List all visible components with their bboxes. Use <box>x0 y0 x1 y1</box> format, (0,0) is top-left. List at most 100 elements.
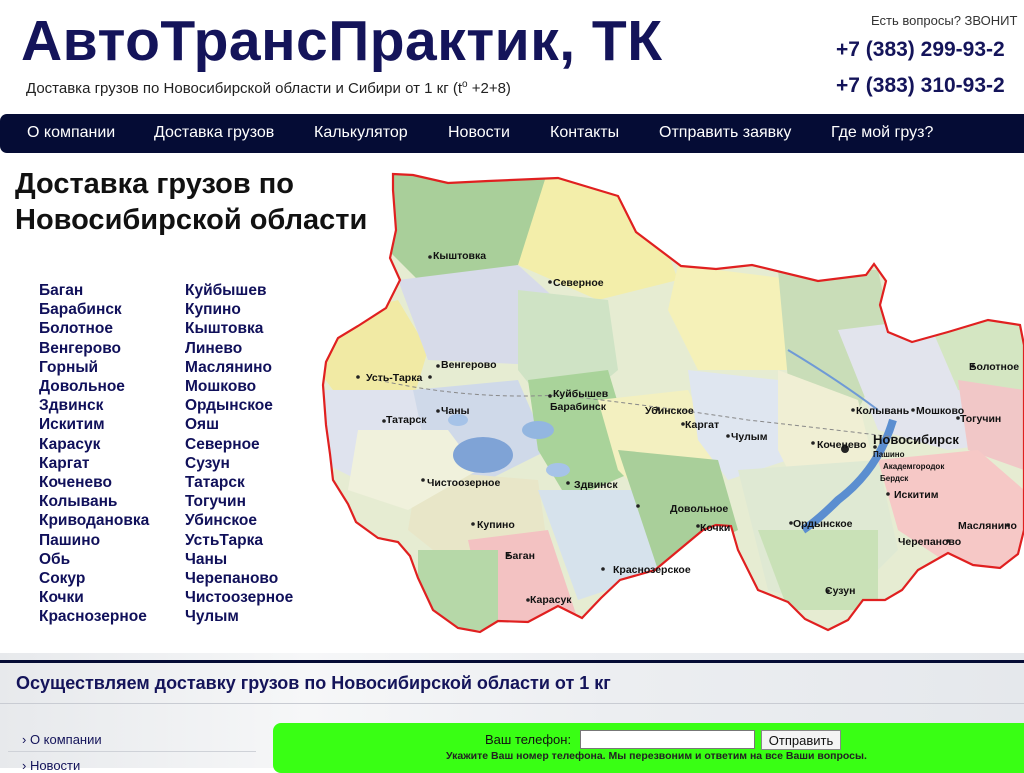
site-subtitle: Доставка грузов по Новосибирской области… <box>26 79 511 97</box>
phone-field-label: Ваш телефон: <box>485 732 572 747</box>
map-label-chulym: Чулым <box>731 431 768 443</box>
city-link[interactable]: Криводановка <box>39 511 149 530</box>
banner-divider <box>0 703 1024 704</box>
city-link[interactable]: Северное <box>185 435 293 454</box>
map-label-suzun: Сузун <box>825 585 855 597</box>
city-link[interactable]: Колывань <box>39 492 149 511</box>
city-link[interactable]: Баган <box>39 281 149 300</box>
map-label-pashino: Пашино <box>873 450 905 459</box>
map-label-moshkovo: Мошково <box>916 405 964 417</box>
map-label-berdsk: Бердск <box>880 474 909 483</box>
city-link[interactable]: Краснозерное <box>39 607 149 626</box>
city-link[interactable]: Чулым <box>185 607 293 626</box>
map-label-maslyanino: Маслянино <box>958 520 1017 532</box>
city-link[interactable]: Ордынское <box>185 396 293 415</box>
map-label-barabinsk: Барабинск <box>550 401 607 413</box>
map-label-cherepanovo: Черепаново <box>898 536 961 548</box>
map-label-iskitim: Искитим <box>894 489 939 501</box>
send-button[interactable]: Отправить <box>761 730 841 750</box>
map-label-dovolnoe: Довольное <box>670 503 728 515</box>
sidebar-divider <box>8 751 256 752</box>
city-link[interactable]: Кыштовка <box>185 319 293 338</box>
phone-number-1[interactable]: +7 (383) 299-93-2 <box>836 38 1005 62</box>
phone-number-2[interactable]: +7 (383) 310-93-2 <box>836 74 1005 98</box>
city-link[interactable]: Сокур <box>39 569 149 588</box>
page-heading-line1: Доставка грузов по <box>15 168 295 200</box>
main-nav: О компании Доставка грузов Калькулятор Н… <box>0 114 1024 153</box>
city-link[interactable]: Линево <box>185 339 293 358</box>
city-link[interactable]: Венгерово <box>39 339 149 358</box>
nav-news[interactable]: Новости <box>448 124 510 142</box>
city-link[interactable]: Куйбышев <box>185 281 293 300</box>
city-link[interactable]: Каргат <box>39 454 149 473</box>
region-map: Кыштовка Северное Усть-Тарка Венгерово К… <box>321 172 1024 634</box>
contact-prompt: Есть вопросы? ЗВОНИТ <box>871 13 1018 28</box>
city-link[interactable]: Барабинск <box>39 300 149 319</box>
map-label-severnoe: Северное <box>553 277 604 289</box>
city-link[interactable]: Маслянино <box>185 358 293 377</box>
city-link[interactable]: Черепаново <box>185 569 293 588</box>
page-heading-line2: Новосибирской области <box>15 204 368 236</box>
city-link[interactable]: Здвинск <box>39 396 149 415</box>
city-link[interactable]: Пашино <box>39 531 149 550</box>
city-list-column-2: Куйбышев Купино Кыштовка Линево Маслянино Мош… <box>185 281 293 627</box>
map-label-kupino: Купино <box>477 519 515 531</box>
map-label-novosibirsk: Новосибирск <box>873 432 959 447</box>
map-label-ubinskoe: Убинское <box>645 405 694 417</box>
callback-hint: Укажите Ваш номер телефона. Мы перезвони… <box>446 750 867 762</box>
map-label-bolotnoe: Болотное <box>969 361 1019 373</box>
city-link[interactable]: Искитим <box>39 415 149 434</box>
map-label-toguchin: Тогучин <box>960 413 1001 425</box>
sidebar-link-about[interactable]: › О компании <box>22 732 102 747</box>
map-label-ordynskoe: Ордынское <box>793 518 853 530</box>
nav-send-request[interactable]: Отправить заявку <box>659 124 791 142</box>
map-label-karasuk: Карасук <box>530 594 572 606</box>
city-link[interactable]: Карасук <box>39 435 149 454</box>
nav-track-cargo[interactable]: Где мой груз? <box>831 124 933 142</box>
city-link[interactable]: Купино <box>185 300 293 319</box>
subtitle-text: Доставка грузов по Новосибирской области… <box>26 80 462 97</box>
map-label-bagan: Баган <box>505 550 535 562</box>
map-label-chistoozernoe: Чистоозерное <box>427 477 500 489</box>
city-link[interactable]: Кочки <box>39 588 149 607</box>
city-link[interactable]: УстьТарка <box>185 531 293 550</box>
map-label-kochenevo: Коченево <box>817 439 866 451</box>
city-list-column-1: Баган Барабинск Болотное Венгерово Горный Дов… <box>39 281 149 627</box>
banner-top-line <box>0 660 1024 663</box>
map-label-zdvinsk: Здвинск <box>574 479 618 491</box>
subtitle-tail: +2+8) <box>467 80 511 97</box>
city-link[interactable]: Ояш <box>185 415 293 434</box>
map-label-vengerovo: Венгерово <box>441 359 497 371</box>
map-label-kolyvan: Колывань <box>856 405 910 417</box>
phone-input[interactable] <box>580 730 755 749</box>
map-label-akademgorodok: Академгородок <box>883 462 945 471</box>
city-link[interactable]: Чистоозерное <box>185 588 293 607</box>
map-label-krasnoozerskoe: Краснозерское <box>613 564 691 576</box>
city-link[interactable]: Тогучин <box>185 492 293 511</box>
city-link[interactable]: Коченево <box>39 473 149 492</box>
city-link[interactable]: Горный <box>39 358 149 377</box>
map-label-kargat: Каргат <box>685 419 719 431</box>
city-link[interactable]: Татарск <box>185 473 293 492</box>
page-heading: Доставка грузов по Новосибирской области <box>15 166 367 238</box>
nav-contacts[interactable]: Контакты <box>550 124 619 142</box>
city-link[interactable]: Убинское <box>185 511 293 530</box>
map-label-ust-tarka: Усть-Тарка <box>366 372 422 384</box>
sidebar-link-news[interactable]: › Новости <box>22 758 80 773</box>
nav-calculator[interactable]: Калькулятор <box>314 124 408 142</box>
map-label-tatarsk: Татарск <box>386 414 427 426</box>
nav-about[interactable]: О компании <box>27 124 115 142</box>
city-link[interactable]: Обь <box>39 550 149 569</box>
city-link[interactable]: Чаны <box>185 550 293 569</box>
map-label-kochki: Кочки <box>700 522 730 534</box>
city-link[interactable]: Довольное <box>39 377 149 396</box>
city-link[interactable]: Болотное <box>39 319 149 338</box>
banner-text: Осуществляем доставку грузов по Новосиби… <box>16 673 611 693</box>
map-label-kuibyshev: Куйбышев <box>553 388 609 400</box>
callback-form: Ваш телефон: Отправить Укажите Ваш номер… <box>273 723 1024 773</box>
site-title[interactable]: АвтоТрансПрактик, ТК <box>21 6 663 76</box>
map-label-chany: Чаны <box>441 405 470 417</box>
city-link[interactable]: Мошково <box>185 377 293 396</box>
nav-delivery[interactable]: Доставка грузов <box>154 124 274 142</box>
city-link[interactable]: Сузун <box>185 454 293 473</box>
